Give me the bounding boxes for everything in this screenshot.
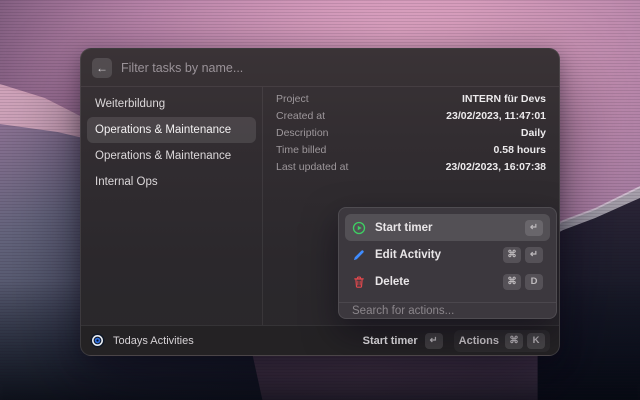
command-key-badge: ⌘ (505, 333, 523, 349)
popup-search-row (339, 303, 556, 318)
detail-value: 23/02/2023, 11:47:01 (446, 110, 546, 122)
menu-item-label: Edit Activity (375, 249, 494, 261)
k-key-badge: K (527, 333, 545, 349)
footer-primary-action[interactable]: Start timer (363, 335, 418, 347)
menu-item-label: Start timer (375, 222, 516, 234)
launcher-window: ← Weiterbildung Operations & Maintenance… (80, 48, 560, 356)
detail-label: Time billed (276, 144, 326, 156)
task-list-item-weiterbildung[interactable]: Weiterbildung (87, 91, 256, 117)
trash-icon (352, 275, 366, 289)
footer-bar: Todays Activities Start timer ↵ Actions … (81, 325, 559, 355)
actions-popup: Start timer ↵ Edit Activity ⌘ ↵ (338, 207, 557, 319)
actions-menu-button[interactable]: Actions ⌘ K (454, 330, 550, 352)
detail-label: Created at (276, 110, 325, 122)
task-list-item-operations-maintenance-2[interactable]: Operations & Maintenance (87, 143, 256, 169)
footer-actions: Start timer ↵ Actions ⌘ K (363, 330, 550, 352)
task-list-item-internal-ops[interactable]: Internal Ops (87, 169, 256, 195)
command-key-badge: ⌘ (503, 247, 521, 263)
menu-item-label: Delete (375, 276, 494, 288)
detail-value: 0.58 hours (493, 144, 546, 156)
return-key-badge: ↵ (525, 247, 543, 263)
todays-activities-app-icon (90, 333, 105, 348)
detail-row-description: Description Daily (276, 124, 546, 141)
menu-item-shortcut: ⌘ D (503, 274, 543, 290)
search-bar: ← (81, 49, 559, 87)
back-button[interactable]: ← (92, 58, 112, 78)
d-key-badge: D (525, 274, 543, 290)
pencil-icon (352, 248, 366, 262)
menu-item-edit-activity[interactable]: Edit Activity ⌘ ↵ (345, 241, 550, 268)
footer-app: Todays Activities (90, 333, 355, 348)
detail-label: Description (276, 127, 329, 139)
footer-app-label: Todays Activities (113, 335, 194, 347)
return-key-badge: ↵ (525, 220, 543, 236)
filter-tasks-input[interactable] (121, 61, 548, 75)
detail-row-project: Project INTERN für Devs (276, 90, 546, 107)
return-key-badge[interactable]: ↵ (425, 333, 443, 349)
detail-value: Daily (521, 127, 546, 139)
command-key-badge: ⌘ (503, 274, 521, 290)
menu-item-shortcut: ⌘ ↵ (503, 247, 543, 263)
search-actions-input[interactable] (352, 305, 543, 317)
back-arrow-icon: ← (96, 61, 108, 75)
detail-value: INTERN für Devs (462, 93, 546, 105)
actions-menu-items: Start timer ↵ Edit Activity ⌘ ↵ (339, 208, 556, 301)
task-list-item-operations-maintenance-1[interactable]: Operations & Maintenance (87, 117, 256, 143)
menu-item-start-timer[interactable]: Start timer ↵ (345, 214, 550, 241)
detail-value: 23/02/2023, 16:07:38 (446, 161, 546, 173)
detail-row-time-billed: Time billed 0.58 hours (276, 141, 546, 158)
task-list: Weiterbildung Operations & Maintenance O… (81, 87, 263, 325)
menu-item-delete[interactable]: Delete ⌘ D (345, 268, 550, 295)
detail-label: Last updated at (276, 161, 348, 173)
detail-row-last-updated-at: Last updated at 23/02/2023, 16:07:38 (276, 158, 546, 175)
actions-button-label: Actions (459, 335, 499, 347)
detail-label: Project (276, 93, 309, 105)
play-circle-icon (352, 221, 366, 235)
detail-row-created-at: Created at 23/02/2023, 11:47:01 (276, 107, 546, 124)
menu-item-shortcut: ↵ (525, 220, 543, 236)
